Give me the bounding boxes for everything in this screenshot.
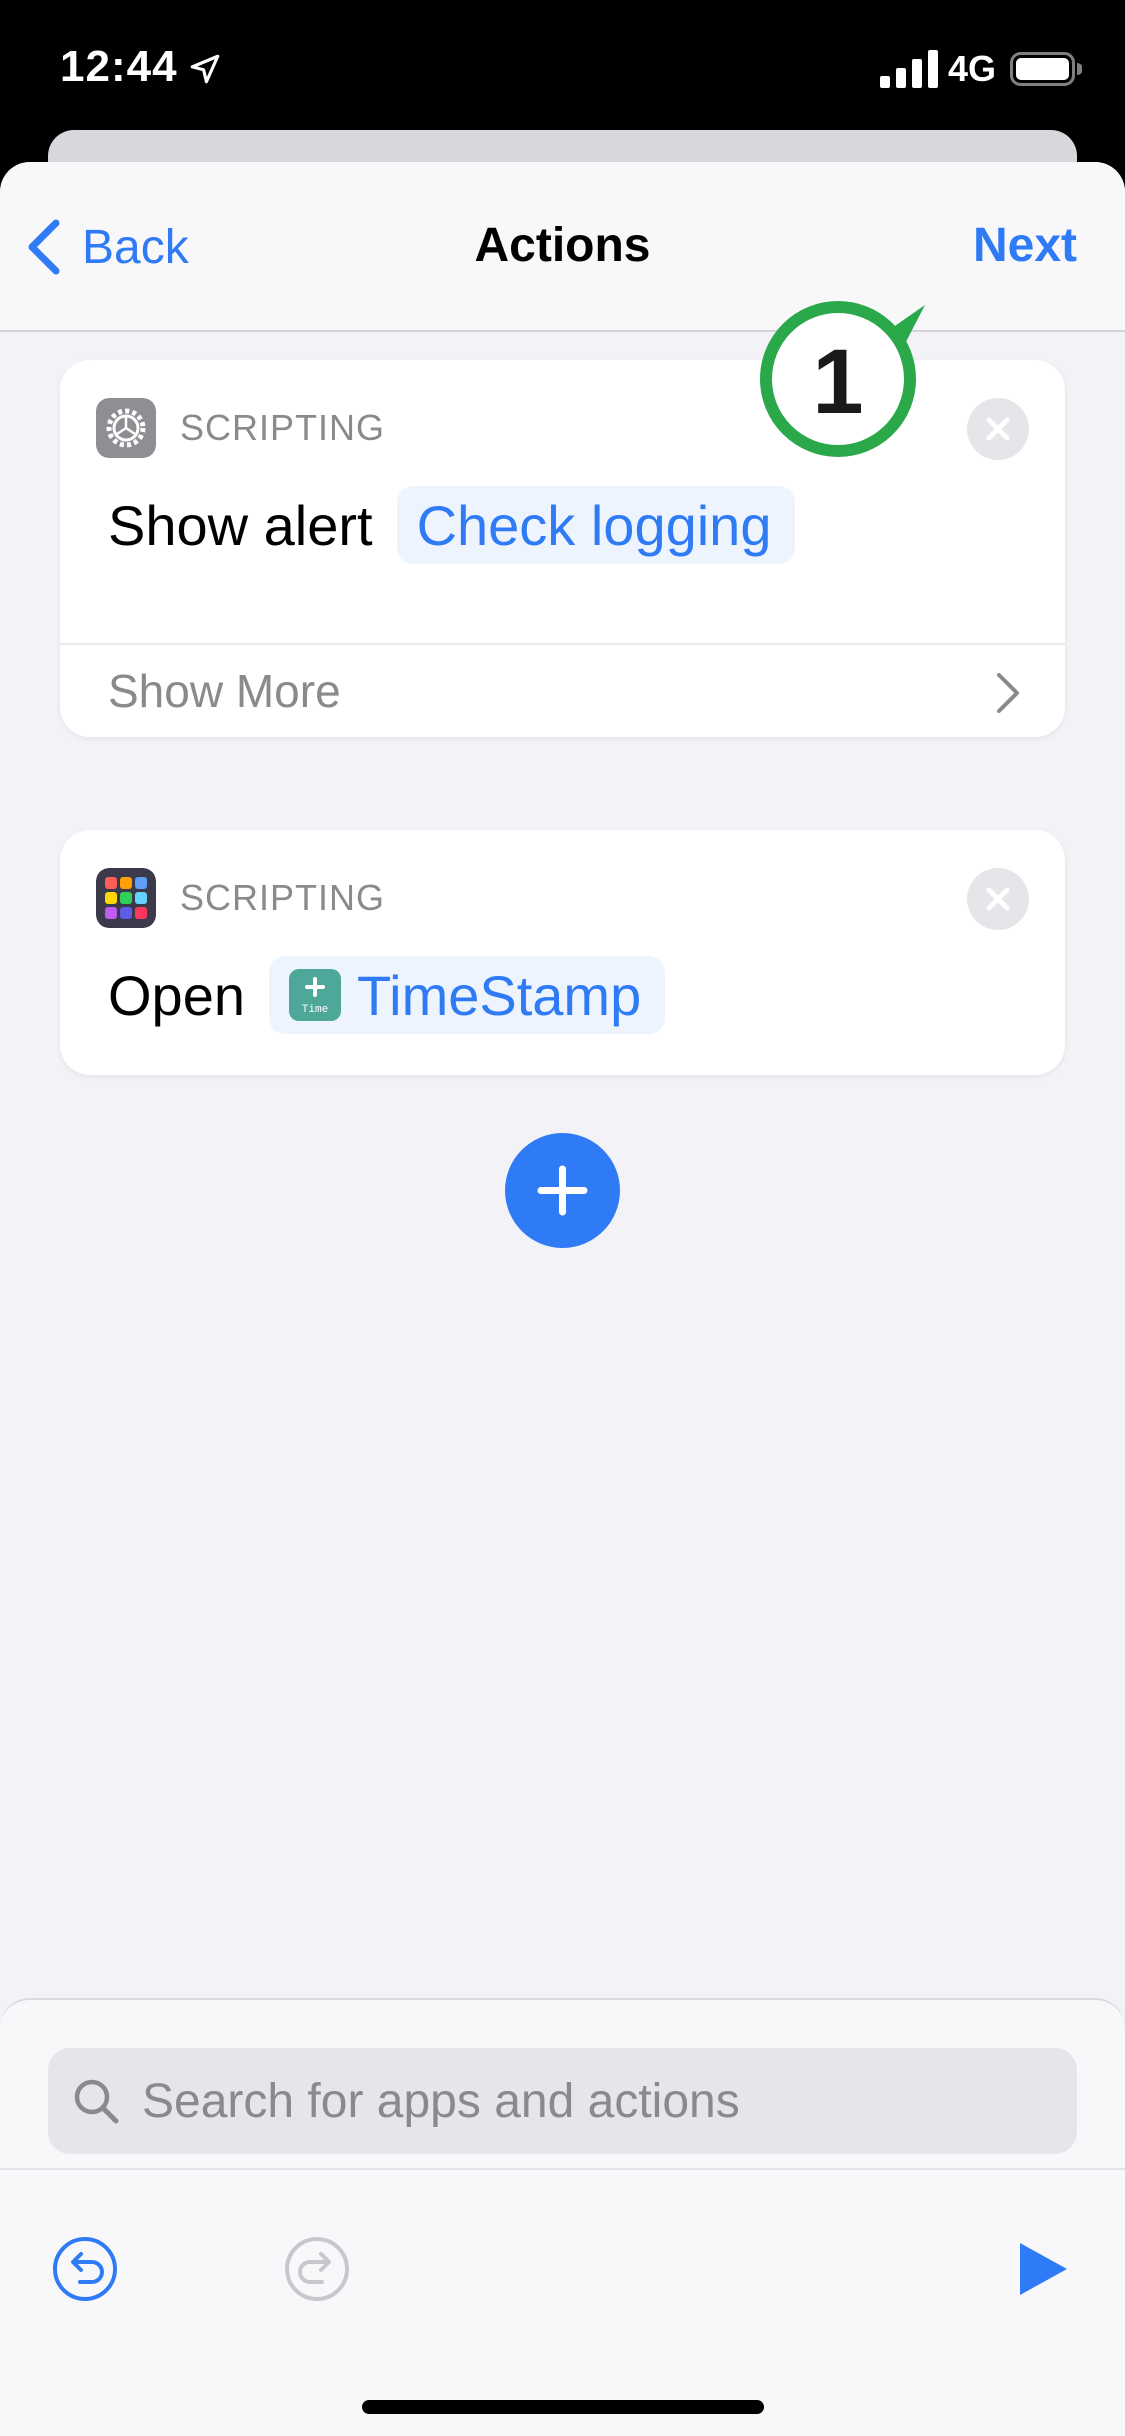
settings-gear-icon: [96, 398, 156, 458]
status-bar: 12:44 4G: [0, 0, 1125, 140]
search-bar[interactable]: [48, 2048, 1077, 2154]
undo-icon[interactable]: [52, 2236, 118, 2302]
add-action-button[interactable]: [505, 1133, 620, 1248]
timestamp-app-icon: Time: [289, 969, 341, 1021]
action-category: SCRIPTING: [96, 868, 385, 928]
action-content: Show alert Check logging: [108, 486, 796, 564]
redo-icon[interactable]: [284, 2236, 350, 2302]
action-card-open-app: SCRIPTING Open Time TimeStamp: [60, 830, 1065, 1075]
actions-sheet: Back Actions Next SCRIPTING Show alert C…: [0, 162, 1125, 2436]
bottom-toolbar: [0, 2168, 1125, 2436]
app-grid-icon: [96, 868, 156, 928]
tutorial-step-number: 1: [812, 331, 864, 433]
remove-action-button[interactable]: [967, 398, 1029, 460]
bottom-panel: [0, 1998, 1125, 2436]
page-title: Actions: [474, 219, 651, 272]
app-parameter[interactable]: Time TimeStamp: [269, 956, 666, 1034]
action-verb: Show alert: [108, 493, 373, 557]
location-arrow-icon: [190, 54, 220, 84]
close-icon: [986, 887, 1010, 911]
status-time: 12:44: [60, 42, 178, 91]
timestamp-icon-label: Time: [302, 1004, 328, 1016]
play-icon[interactable]: [1016, 2240, 1070, 2298]
remove-action-button[interactable]: [967, 868, 1029, 930]
action-verb: Open: [108, 963, 245, 1027]
cellular-signal-icon: [880, 50, 938, 88]
category-label: SCRIPTING: [180, 877, 386, 918]
home-indicator: [362, 2400, 764, 2414]
search-icon: [74, 2079, 119, 2124]
battery-icon: [1010, 52, 1082, 86]
category-label: SCRIPTING: [180, 407, 386, 448]
alert-text-parameter[interactable]: Check logging: [396, 486, 796, 564]
network-type: 4G: [948, 48, 997, 89]
app-name: TimeStamp: [357, 963, 642, 1027]
navigation-bar: Back Actions Next: [0, 162, 1125, 332]
action-content: Open Time TimeStamp: [108, 956, 666, 1034]
action-category: SCRIPTING: [96, 398, 385, 458]
show-more-button[interactable]: Show More: [60, 645, 1065, 737]
show-more-label: Show More: [108, 665, 341, 717]
chevron-right-icon: [997, 673, 1019, 713]
plus-icon: [537, 1165, 588, 1216]
search-input[interactable]: [140, 2072, 1044, 2130]
next-button[interactable]: Next: [973, 218, 1077, 273]
close-icon: [986, 417, 1010, 441]
